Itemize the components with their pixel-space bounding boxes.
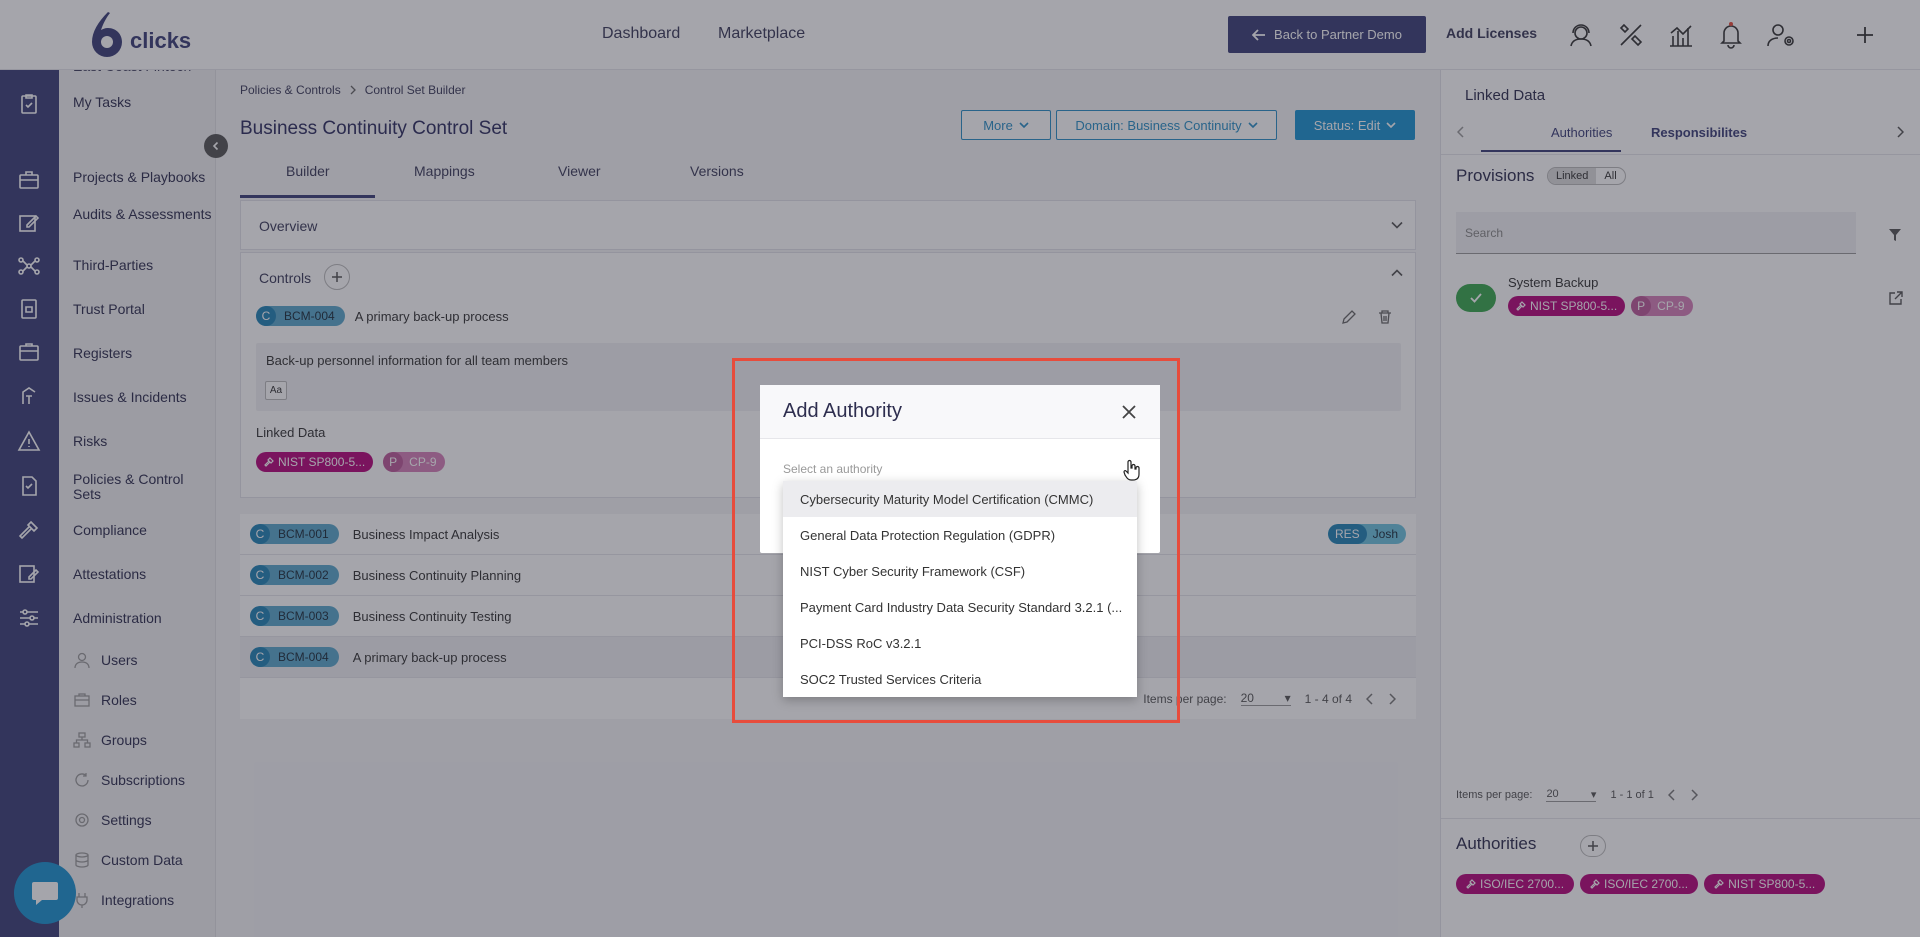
highlight-box bbox=[732, 358, 1180, 723]
